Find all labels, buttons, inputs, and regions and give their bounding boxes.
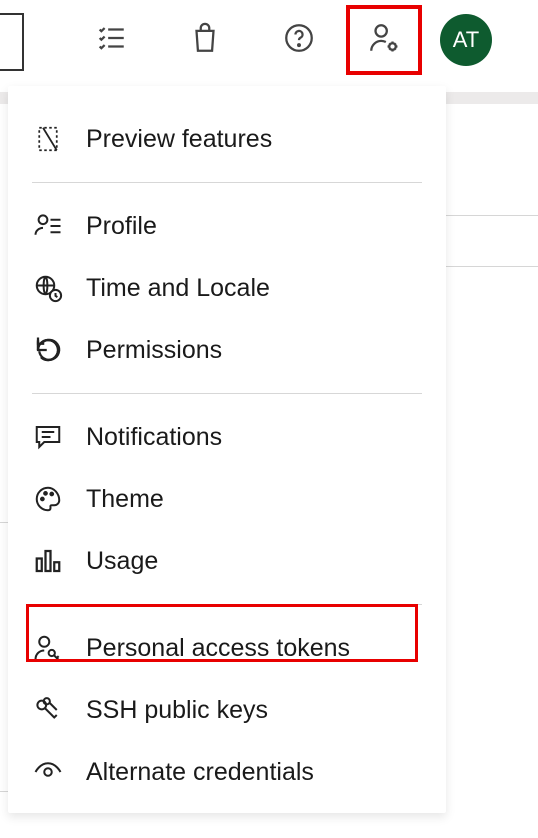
avatar-initials: AT xyxy=(453,27,479,53)
menu-divider xyxy=(32,182,422,183)
menu-item-profile[interactable]: Profile xyxy=(8,195,446,257)
avatar[interactable]: AT xyxy=(440,14,492,66)
menu-item-label: Time and Locale xyxy=(86,274,270,303)
menu-item-label: Preview features xyxy=(86,125,272,154)
menu-item-label: Theme xyxy=(86,485,164,514)
menu-item-usage[interactable]: Usage xyxy=(8,530,446,592)
topbar: AT xyxy=(0,0,538,80)
menu-item-label: Permissions xyxy=(86,336,222,365)
menu-item-label: Personal access tokens xyxy=(86,634,350,663)
bar-chart-icon xyxy=(32,545,64,577)
help-icon-button[interactable] xyxy=(252,0,346,80)
menu-item-time-locale[interactable]: Time and Locale xyxy=(8,257,446,319)
menu-item-permissions[interactable]: Permissions xyxy=(8,319,446,381)
boards-icon-button[interactable] xyxy=(64,0,158,80)
preview-icon xyxy=(32,123,64,155)
eye-icon xyxy=(32,756,64,788)
menu-item-personal-access-tokens[interactable]: Personal access tokens xyxy=(8,617,446,679)
background-panel-fragment xyxy=(444,215,538,267)
user-key-icon xyxy=(32,632,64,664)
menu-item-label: Alternate credentials xyxy=(86,758,314,787)
menu-divider xyxy=(32,393,422,394)
menu-item-label: Usage xyxy=(86,547,158,576)
help-icon xyxy=(282,21,316,60)
chat-icon xyxy=(32,421,64,453)
menu-item-ssh-keys[interactable]: SSH public keys xyxy=(8,679,446,741)
marketplace-icon-button[interactable] xyxy=(158,0,252,80)
menu-item-preview-features[interactable]: Preview features xyxy=(8,108,446,170)
shopping-bag-icon xyxy=(188,21,222,60)
user-gear-icon xyxy=(367,21,401,60)
user-settings-icon-button[interactable] xyxy=(346,5,422,75)
menu-item-label: SSH public keys xyxy=(86,696,268,725)
globe-clock-icon xyxy=(32,272,64,304)
menu-item-theme[interactable]: Theme xyxy=(8,468,446,530)
refresh-icon xyxy=(32,334,64,366)
menu-item-label: Notifications xyxy=(86,423,222,452)
user-settings-dropdown: Preview features Profile Time and Locale xyxy=(8,86,446,813)
list-check-icon xyxy=(94,21,128,60)
palette-icon xyxy=(32,483,64,515)
topbar-icon-group xyxy=(64,0,422,80)
menu-divider xyxy=(32,604,422,605)
menu-item-alternate-credentials[interactable]: Alternate credentials xyxy=(8,741,446,803)
profile-icon xyxy=(32,210,64,242)
keys-icon xyxy=(32,694,64,726)
menu-item-notifications[interactable]: Notifications xyxy=(8,406,446,468)
menu-item-label: Profile xyxy=(86,212,157,241)
cropped-element xyxy=(0,13,24,71)
